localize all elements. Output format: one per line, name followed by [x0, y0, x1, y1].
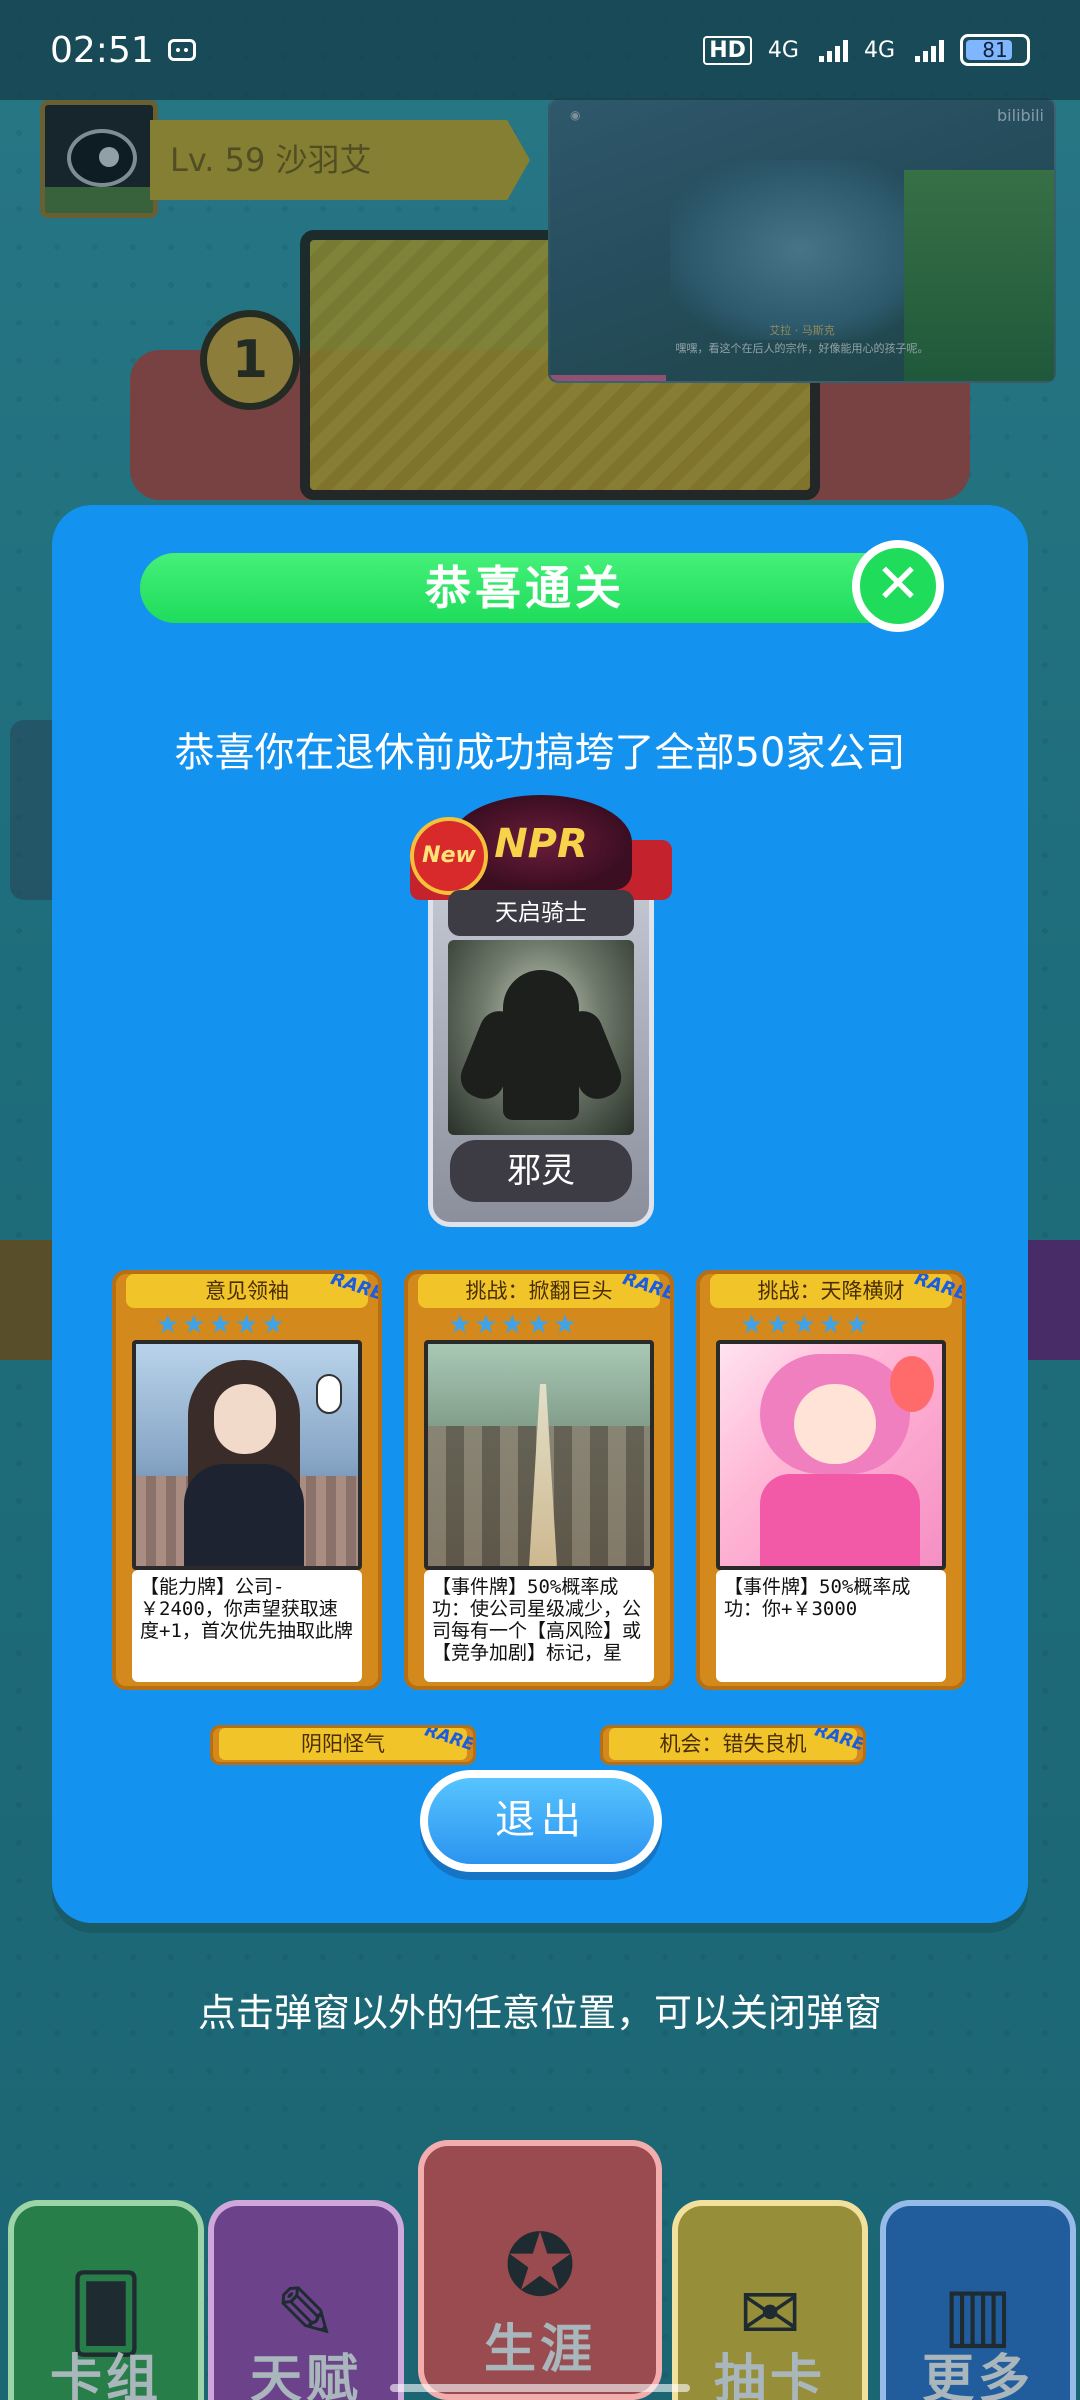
card-tag-chip[interactable]: 阴阳怪气 RARE — [210, 1725, 476, 1765]
signal-icon — [818, 38, 848, 62]
nav-dim — [678, 2206, 862, 2400]
card-item[interactable]: 挑战：天降横财 RARE ★★★★★ 【事件牌】50%概率成功：你+￥3000 — [696, 1270, 966, 1690]
nav-dim — [14, 2206, 198, 2400]
home-indicator[interactable] — [390, 2384, 690, 2392]
card-item[interactable]: 意见领袖 RARE ★★★★★ 【能力牌】公司-￥2400，你声望获取速度+1，… — [112, 1270, 382, 1690]
art-body — [184, 1464, 304, 1566]
nav-tab-draw[interactable]: ✉ 抽卡 — [672, 2200, 868, 2400]
reward-card[interactable]: NPR New 天启骑士 邪灵 — [410, 795, 672, 1235]
reward-card-art — [448, 940, 634, 1135]
new-badge: New — [410, 817, 488, 895]
battery-icon: 81 — [960, 34, 1030, 66]
bilibili-tv-icon — [167, 39, 196, 61]
nav-dim — [424, 2146, 656, 2394]
star-rating: ★★★★★ — [740, 1310, 872, 1340]
card-item[interactable]: 挑战：掀翻巨头 RARE ★★★★★ 【事件牌】50%概率成功：使公司星级减少，… — [404, 1270, 674, 1690]
art-dress — [760, 1474, 920, 1566]
dialog-message: 恭喜你在退休前成功搞垮了全部50家公司 — [174, 730, 906, 776]
nav-dim — [886, 2206, 1070, 2400]
card-description: 【能力牌】公司-￥2400，你声望获取速度+1，首次优先抽取此牌 — [132, 1570, 362, 1682]
exit-button[interactable]: 退出 — [420, 1770, 662, 1872]
art-face — [214, 1384, 276, 1454]
nav-tab-more[interactable]: ▥ 更多 — [880, 2200, 1076, 2400]
star-rating: ★★★★★ — [156, 1310, 288, 1340]
nav-tab-career[interactable]: ✪ 生涯 — [418, 2140, 662, 2400]
card-art — [716, 1340, 946, 1570]
status-bar: 02:51 HD 4G 4G 81 — [0, 0, 1080, 100]
status-indicators: HD 4G 4G 81 — [703, 34, 1030, 66]
star-rating: ★★★★★ — [448, 1310, 580, 1340]
art-face — [794, 1384, 876, 1464]
level-clear-dialog: 恭喜通关 ✕ 恭喜你在退休前成功搞垮了全部50家公司 NPR New 天启骑士 … — [52, 505, 1028, 1923]
reward-card-subtitle: 天启骑士 — [448, 890, 634, 936]
nav-tab-deck[interactable]: 🂠 卡组 — [8, 2200, 204, 2400]
sim1-network-label: 4G — [767, 37, 799, 63]
card-description: 【事件牌】50%概率成功：你+￥3000 — [716, 1570, 946, 1682]
hd-icon: HD — [703, 35, 752, 65]
card-tag-chip[interactable]: 机会：错失良机 RARE — [600, 1725, 866, 1765]
dialog-title: 恭喜通关 — [140, 553, 910, 623]
art-figure — [503, 970, 579, 1120]
nav-tab-talent[interactable]: ✎ 天赋 — [208, 2200, 404, 2400]
status-time: 02:51 — [50, 29, 154, 71]
reward-card-name: 邪灵 — [450, 1140, 632, 1202]
speech-bubble-icon — [316, 1374, 342, 1414]
bottom-navigation: 🂠 卡组 ✎ 天赋 ✪ 生涯 ✉ 抽卡 ▥ 更多 — [0, 2140, 1080, 2400]
card-description: 【事件牌】50%概率成功：使公司星级减少，公司每有一个【高风险】或【竞争加剧】标… — [424, 1570, 654, 1682]
signal-icon — [915, 38, 944, 62]
card-body: 意见领袖 RARE ★★★★★ 【能力牌】公司-￥2400，你声望获取速度+1，… — [112, 1270, 382, 1690]
close-icon[interactable]: ✕ — [852, 540, 944, 632]
card-body: 挑战：掀翻巨头 RARE ★★★★★ 【事件牌】50%概率成功：使公司星级减少，… — [404, 1270, 674, 1690]
balloon-icon — [890, 1356, 934, 1412]
close-hint-text: 点击弹窗以外的任意位置，可以关闭弹窗 — [197, 1991, 882, 2035]
card-art — [132, 1340, 362, 1570]
reward-cards-row: 意见领袖 RARE ★★★★★ 【能力牌】公司-￥2400，你声望获取速度+1，… — [112, 1270, 972, 1690]
sim2-network-label: 4G — [863, 37, 895, 63]
battery-level: 81 — [982, 38, 1008, 62]
card-art — [424, 1340, 654, 1570]
nav-dim — [214, 2206, 398, 2400]
card-body: 挑战：天降横财 RARE ★★★★★ 【事件牌】50%概率成功：你+￥3000 — [696, 1270, 966, 1690]
